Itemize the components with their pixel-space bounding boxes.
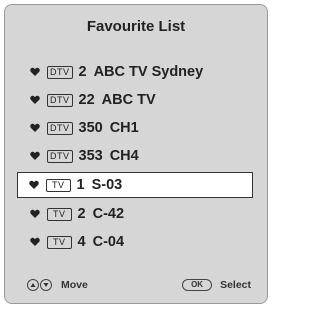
channel-number: 1: [76, 177, 85, 193]
channel-item[interactable]: DTV 22 ABC TV: [5, 86, 267, 114]
channel-type-badge: DTV: [47, 93, 73, 107]
channel-name: ABC TV: [101, 92, 156, 108]
ok-button-icon: OK: [182, 279, 213, 291]
channel-type-badge: DTV: [47, 65, 73, 79]
down-arrow-icon: [40, 279, 52, 291]
heart-icon: [29, 66, 41, 78]
channel-name: ABC TV Sydney: [93, 64, 204, 80]
channel-item[interactable]: DTV 353 CH4: [5, 142, 267, 170]
channel-name: C-42: [92, 206, 125, 222]
channel-name: CH1: [109, 120, 139, 136]
channel-item[interactable]: TV 4 C-04: [5, 228, 267, 256]
channel-name: C-04: [92, 234, 125, 250]
channel-item-selected[interactable]: TV 1 S-03: [17, 172, 253, 198]
channel-name: CH4: [109, 148, 139, 164]
channel-type-badge: TV: [46, 178, 71, 192]
heart-icon: [29, 208, 41, 220]
channel-type-badge: TV: [47, 235, 72, 249]
heart-icon: [28, 179, 40, 191]
channel-name: S-03: [91, 177, 123, 193]
move-hint: Move: [27, 279, 88, 291]
heart-icon: [29, 236, 41, 248]
channel-number: 4: [77, 234, 86, 250]
channel-item[interactable]: DTV 350 CH1: [5, 114, 267, 142]
channel-type-badge: DTV: [47, 149, 73, 163]
channel-number: 353: [78, 148, 103, 164]
favourite-list-panel: Favourite List DTV 2 ABC TV Sydney DTV 2…: [4, 4, 268, 304]
channel-number: 350: [78, 120, 103, 136]
channel-number: 2: [78, 64, 87, 80]
channel-number: 22: [78, 92, 95, 108]
move-label: Move: [61, 279, 88, 291]
channel-list: DTV 2 ABC TV Sydney DTV 22 ABC TV DTV 35…: [5, 58, 267, 256]
channel-type-badge: DTV: [47, 121, 73, 135]
panel-title: Favourite List: [86, 18, 186, 35]
select-label: Select: [220, 279, 251, 291]
channel-item[interactable]: DTV 2 ABC TV Sydney: [5, 58, 267, 86]
channel-number: 2: [77, 206, 86, 222]
channel-type-badge: TV: [47, 207, 72, 221]
select-hint: OK Select: [182, 279, 251, 291]
heart-icon: [29, 122, 41, 134]
up-arrow-icon: [27, 279, 39, 291]
heart-icon: [29, 150, 41, 162]
footer-hints: Move OK Select: [5, 279, 267, 295]
channel-item[interactable]: TV 2 C-42: [5, 200, 267, 228]
heart-icon: [29, 94, 41, 106]
